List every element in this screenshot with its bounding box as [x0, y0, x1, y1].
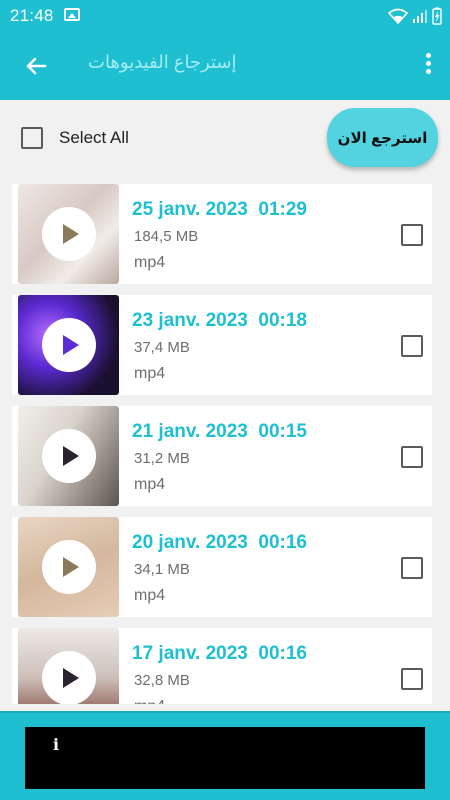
video-thumbnail [18, 628, 119, 704]
ad-banner[interactable]: i [25, 727, 425, 789]
video-thumbnail [18, 406, 119, 506]
play-icon [42, 540, 96, 594]
video-size: 184,5 MB [134, 228, 199, 245]
page-title: إسترجاع الفيديوهات [88, 52, 237, 72]
status-bar: 21:48 [0, 0, 450, 32]
restore-now-button[interactable]: استرجع الان [327, 108, 438, 167]
video-size: 31,2 MB [134, 450, 190, 467]
video-row[interactable]: 23 janv. 2023 00:18 37,4 MB mp4 [12, 295, 432, 395]
play-icon [42, 318, 96, 372]
video-thumbnail [18, 517, 119, 617]
video-checkbox[interactable] [401, 557, 423, 579]
play-icon [42, 651, 96, 704]
video-row[interactable]: 20 janv. 2023 00:16 34,1 MB mp4 [12, 517, 432, 617]
video-size: 37,4 MB [134, 339, 190, 356]
back-button[interactable] [18, 48, 54, 84]
video-type: mp4 [134, 476, 166, 493]
video-checkbox[interactable] [401, 224, 423, 246]
video-date: 23 janv. 2023 00:18 [132, 310, 307, 331]
select-all-label: Select All [59, 128, 129, 147]
video-thumbnail [18, 295, 119, 395]
video-date: 17 janv. 2023 00:16 [132, 643, 307, 664]
video-list: 25 janv. 2023 01:29 184,5 MB mp4 23 janv… [0, 176, 450, 704]
overflow-menu-button[interactable] [420, 50, 436, 82]
video-row[interactable]: 17 janv. 2023 00:16 32,8 MB mp4 [12, 628, 432, 704]
ad-info-icon[interactable]: i [53, 735, 59, 754]
wifi-icon [388, 8, 408, 24]
bottom-bar: i [0, 711, 450, 800]
video-type: mp4 [134, 587, 166, 604]
video-type: mp4 [134, 365, 166, 382]
video-type: mp4 [134, 254, 166, 271]
video-type: mp4 [134, 698, 165, 704]
gallery-notification-icon [64, 8, 80, 21]
video-date: 25 janv. 2023 01:29 [132, 199, 307, 220]
video-row[interactable]: 25 janv. 2023 01:29 184,5 MB mp4 [12, 184, 432, 284]
battery-charging-icon [432, 7, 442, 25]
more-vert-icon [425, 53, 431, 58]
play-icon [42, 207, 96, 261]
video-size: 34,1 MB [134, 561, 190, 578]
status-icons [388, 6, 442, 26]
video-checkbox[interactable] [401, 335, 423, 357]
app-bar: إسترجاع الفيديوهات [0, 32, 450, 100]
status-time: 21:48 [10, 6, 54, 25]
video-thumbnail [18, 184, 119, 284]
arrow-left-icon [26, 57, 47, 75]
video-row[interactable]: 21 janv. 2023 00:15 31,2 MB mp4 [12, 406, 432, 506]
video-size: 32,8 MB [134, 672, 190, 689]
select-all-checkbox[interactable] [21, 127, 43, 149]
select-all-row: Select All استرجع الان [0, 100, 450, 176]
signal-icon [413, 10, 427, 23]
select-all-control[interactable]: Select All [21, 127, 129, 149]
video-checkbox[interactable] [401, 446, 423, 468]
video-date: 20 janv. 2023 00:16 [132, 532, 307, 553]
video-checkbox[interactable] [401, 668, 423, 690]
play-icon [42, 429, 96, 483]
video-date: 21 janv. 2023 00:15 [132, 421, 307, 442]
